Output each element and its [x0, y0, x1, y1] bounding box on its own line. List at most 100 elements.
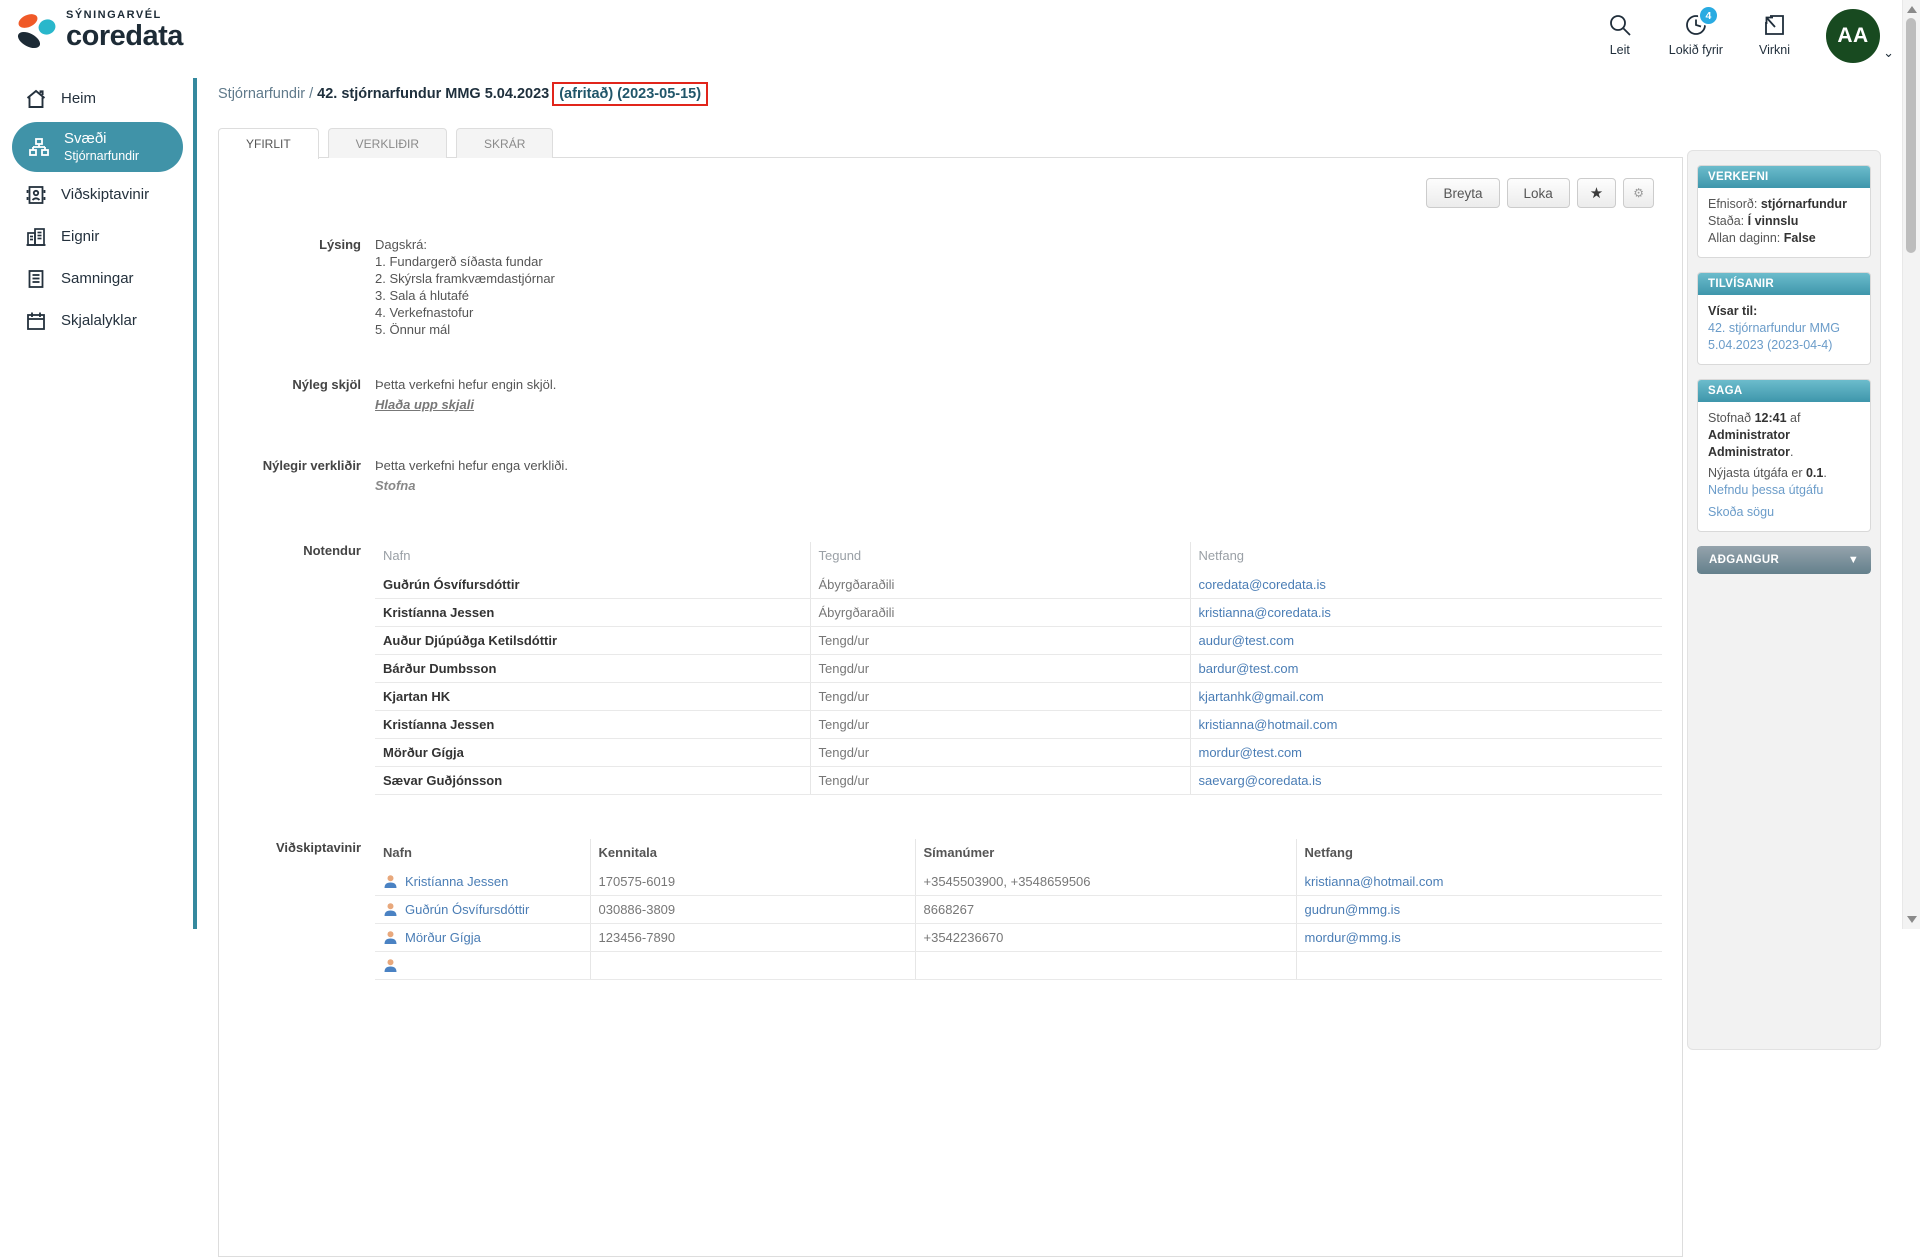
sidebar: Heim Svæði Stjórnarfundir Viðskiptavinir: [0, 78, 193, 929]
user-name: Auður Djúpúðga Ketilsdóttir: [375, 627, 810, 655]
scrollbar-thumb[interactable]: [1906, 18, 1916, 253]
client-phone: +3545503900, +3548659506: [915, 868, 1296, 896]
sitemap-icon: [28, 136, 50, 158]
user-email-link[interactable]: bardur@test.com: [1199, 661, 1299, 676]
panel-verkefni: VERKEFNI Efnisorð: stjórnarfundur Staða:…: [1697, 165, 1871, 258]
field-label: Efnisorð:: [1708, 197, 1757, 211]
created-time: 12:41: [1755, 411, 1787, 425]
description-line: 5. Önnur mál: [375, 321, 1662, 338]
clock-icon: 4: [1683, 12, 1709, 38]
client-name-link[interactable]: Mörður Gígja: [405, 929, 481, 946]
user-email-link[interactable]: kristianna@coredata.is: [1199, 605, 1331, 620]
annotation-red-box: (afritað) (2023-05-15): [552, 82, 708, 106]
clients-table-row: [375, 952, 1662, 980]
user-type: Ábyrgðaraðili: [810, 571, 1190, 599]
scroll-up-arrow[interactable]: [1907, 6, 1917, 13]
user-name: Kristíanna Jessen: [375, 599, 810, 627]
sidebar-item-vidskiptavinir[interactable]: Viðskiptavinir: [0, 174, 193, 216]
user-type: Tengd/ur: [810, 711, 1190, 739]
user-menu[interactable]: AA ⌄: [1826, 9, 1880, 63]
clients-col-kennitala: Kennitala: [590, 839, 915, 868]
sidebar-item-svaedi[interactable]: Svæði Stjórnarfundir: [12, 122, 183, 172]
user-name: Kristíanna Jessen: [375, 711, 810, 739]
breadcrumb-parent-link[interactable]: Stjórnarfundir: [218, 86, 305, 102]
recent-documents-section: Nýleg skjöl Þetta verkefni hefur engin s…: [219, 376, 1662, 413]
version-suffix: .: [1823, 466, 1826, 480]
tab-yfirlit[interactable]: YFIRLIT: [218, 128, 319, 159]
create-task-link[interactable]: Stofna: [375, 477, 415, 494]
user-type: Tengd/ur: [810, 655, 1190, 683]
activity-label: Virkni: [1759, 43, 1790, 57]
users-table-row: Sævar Guðjónsson Tengd/ur saevarg@coreda…: [375, 767, 1662, 795]
view-history-link[interactable]: Skoða sögu: [1708, 504, 1774, 521]
scroll-down-arrow[interactable]: [1907, 916, 1917, 923]
users-table-row: Kristíanna Jessen Ábyrgðaraðili kristian…: [375, 599, 1662, 627]
activity-icon: [1761, 12, 1787, 38]
created-by: Administrator Administrator: [1708, 428, 1790, 459]
chevron-down-icon: ▼: [1848, 554, 1859, 566]
client-email-link[interactable]: gudrun@mmg.is: [1305, 902, 1401, 917]
calendar-icon: [25, 310, 47, 332]
upload-document-link[interactable]: Hlaða upp skjali: [375, 396, 474, 413]
name-version-link[interactable]: Nefndu þessa útgáfu: [1708, 482, 1823, 499]
client-name-link[interactable]: Kristíanna Jessen: [405, 873, 508, 890]
users-table-row: Mörður Gígja Tengd/ur mordur@test.com: [375, 739, 1662, 767]
clients-col-email: Netfang: [1296, 839, 1662, 868]
sidebar-item-heim[interactable]: Heim: [0, 78, 193, 120]
field-efnisord: Efnisorð: stjórnarfundur: [1708, 196, 1860, 213]
user-email-link[interactable]: kristianna@hotmail.com: [1199, 717, 1338, 732]
overview-panel: Breyta Loka ★ ⚙ Lýsing Dagskrá:1. Fundar…: [218, 157, 1683, 1257]
field-stada: Staða: Í vinnslu: [1708, 213, 1860, 230]
client-email-link[interactable]: mordur@mmg.is: [1305, 930, 1401, 945]
user-type: Tengd/ur: [810, 767, 1190, 795]
coredata-logo-mark: [16, 10, 60, 56]
vertical-scrollbar[interactable]: [1902, 0, 1920, 929]
sidebar-item-skjalalyklar[interactable]: Skjalalyklar: [0, 300, 193, 342]
client-email-link[interactable]: kristianna@hotmail.com: [1305, 874, 1444, 889]
settings-button[interactable]: ⚙: [1623, 178, 1654, 208]
sidebar-item-eignir[interactable]: Eignir: [0, 216, 193, 258]
breadcrumb: Stjórnarfundir / 42. stjórnarfundur MMG …: [218, 82, 708, 106]
sidebar-item-samningar[interactable]: Samningar: [0, 258, 193, 300]
users-col-name: Nafn: [375, 542, 810, 571]
user-email-link[interactable]: kjartanhk@gmail.com: [1199, 689, 1324, 704]
edit-button[interactable]: Breyta: [1426, 178, 1499, 208]
field-value: Í vinnslu: [1748, 214, 1799, 228]
panel-saga-header: SAGA: [1698, 380, 1870, 402]
description-line: 3. Sala á hlutafé: [375, 287, 1662, 304]
sidebar-divider: [193, 78, 197, 929]
favorite-button[interactable]: ★: [1577, 178, 1616, 208]
done-for-button[interactable]: 4 Lokið fyrir: [1669, 12, 1723, 57]
clients-table-header: Nafn Kennitala Símanúmer Netfang: [375, 839, 1662, 868]
clients-table: Nafn Kennitala Símanúmer Netfang: [375, 839, 1662, 980]
reference-link[interactable]: 42. stjórnarfundur MMG 5.04.2023 (2023-0…: [1708, 320, 1860, 354]
field-value: stjórnarfundur: [1761, 197, 1847, 211]
clients-table-row: Mörður Gígja 123456-7890 +3542236670 mor…: [375, 924, 1662, 952]
field-allan-daginn: Allan daginn: False: [1708, 230, 1860, 247]
activity-button[interactable]: Virkni: [1759, 12, 1790, 57]
user-email-link[interactable]: audur@test.com: [1199, 633, 1295, 648]
user-name: Kjartan HK: [375, 683, 810, 711]
panel-adgangur-header[interactable]: AÐGANGUR ▼: [1697, 546, 1871, 574]
client-kennitala: 123456-7890: [590, 924, 915, 952]
client-name-link[interactable]: Guðrún Ósvífursdóttir: [405, 901, 529, 918]
panel-tilvisanir-header: TILVÍSANIR: [1698, 273, 1870, 295]
tab-skrar[interactable]: SKRÁR: [456, 128, 553, 158]
user-email-link[interactable]: saevarg@coredata.is: [1199, 773, 1322, 788]
client-phone: +3542236670: [915, 924, 1296, 952]
user-email-link[interactable]: coredata@coredata.is: [1199, 577, 1326, 592]
avatar[interactable]: AA: [1826, 9, 1880, 63]
tab-verklidir[interactable]: VERKLIÐIR: [328, 128, 447, 158]
client-kennitala: 170575-6019: [590, 868, 915, 896]
recent-tasks-empty-text: Þetta verkefni hefur enga verkliði.: [375, 457, 1662, 474]
search-button[interactable]: Leit: [1607, 12, 1633, 57]
close-button[interactable]: Loka: [1507, 178, 1570, 208]
version-line: Nýjasta útgáfa er 0.1.: [1708, 465, 1860, 482]
refers-to-label: Vísar til:: [1708, 304, 1757, 318]
client-phone: 8668267: [915, 896, 1296, 924]
user-type: Ábyrgðaraðili: [810, 599, 1190, 627]
user-name: Guðrún Ósvífursdóttir: [375, 571, 810, 599]
user-email-link[interactable]: mordur@test.com: [1199, 745, 1303, 760]
description-section: Lýsing Dagskrá:1. Fundargerð síðasta fun…: [219, 236, 1662, 338]
version-prefix: Nýjasta útgáfa er: [1708, 466, 1803, 480]
